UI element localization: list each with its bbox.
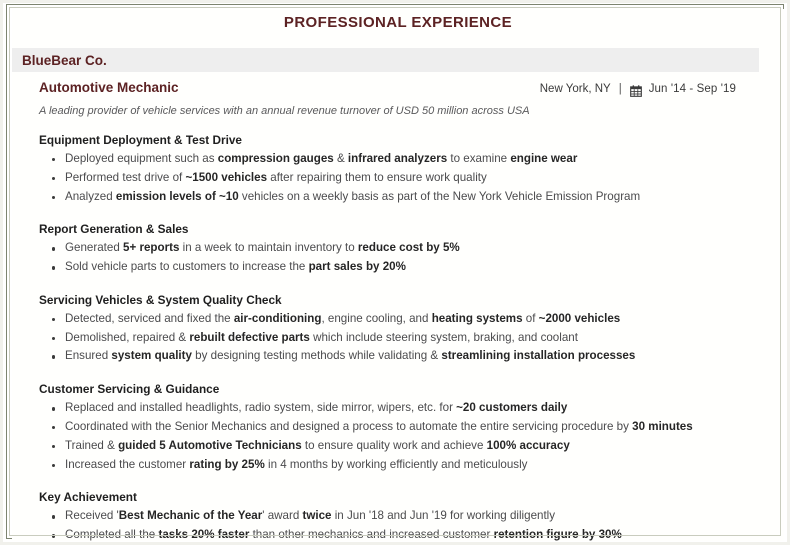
company-name: BlueBear Co. <box>22 52 107 68</box>
bullet-item: Replaced and installed headlights, radio… <box>39 399 784 418</box>
page-border-frame: PROFESSIONAL EXPERIENCE BlueBear Co. Aut… <box>0 0 790 545</box>
bullet-text: in a week to maintain inventory to <box>179 241 358 255</box>
bullet-emphasis: engine wear <box>510 152 578 165</box>
company-header-bar: BlueBear Co. <box>12 48 759 72</box>
bullet-text: by designing testing methods while valid… <box>191 349 442 363</box>
bullet-text: to examine <box>447 152 511 165</box>
role-location: New York, NY <box>539 83 611 95</box>
role-meta: New York, NY | Jun '14 - Sep '19 <box>539 83 736 97</box>
bullet-emphasis: emission levels of ~10 <box>115 189 239 203</box>
bullet-item: Completed all the tasks 20% faster than … <box>39 526 784 541</box>
bullet-emphasis: 5+ reports <box>123 241 180 255</box>
bullet-emphasis: rebuilt defective parts <box>189 330 310 344</box>
bullet-emphasis: streamlining installation processes <box>441 349 636 363</box>
bullet-text: Trained & <box>65 438 119 452</box>
section-heading: Key Achievement <box>39 490 137 505</box>
bullet-text: after repairing them to ensure work qual… <box>267 170 487 184</box>
bullet-text: ' award <box>262 509 303 523</box>
bullet-item: Deployed equipment such as compression g… <box>39 150 784 169</box>
experience-section: Key Achievement Received 'Best Mechanic o… <box>12 490 784 541</box>
bullet-emphasis: air-conditioning <box>233 311 322 325</box>
bullet-text: Analyzed <box>65 189 116 203</box>
bullet-emphasis: heating systems <box>431 311 523 325</box>
bullet-item: Received 'Best Mechanic of the Year' awa… <box>39 507 784 526</box>
bullet-emphasis: retention figure by 30% <box>493 528 622 541</box>
bullet-item: Trained & guided 5 Automotive Technician… <box>39 437 784 456</box>
bullet-emphasis: compression gauges <box>217 152 334 165</box>
bullet-emphasis: rating by 25% <box>189 457 265 471</box>
experience-section: Servicing Vehicles & System Quality Chec… <box>12 293 784 366</box>
bullet-list: Deployed equipment such as compression g… <box>39 150 784 206</box>
bullet-item: Coordinated with the Senior Mechanics an… <box>39 418 784 437</box>
bullet-text: Completed all the <box>65 528 159 541</box>
bullet-text: Detected, serviced and fixed the <box>65 311 234 325</box>
bullet-list: Received 'Best Mechanic of the Year' awa… <box>39 507 784 541</box>
bullet-emphasis: ~2000 vehicles <box>538 311 621 325</box>
bullet-emphasis: part sales by 20% <box>308 260 406 274</box>
section-heading: Equipment Deployment & Test Drive <box>39 133 242 147</box>
section-heading: Servicing Vehicles & System Quality Chec… <box>39 292 282 307</box>
bullet-item: Detected, serviced and fixed the air-con… <box>39 310 784 329</box>
section-heading: Report Generation & Sales <box>39 222 189 237</box>
role-title: Automotive Mechanic <box>39 80 179 95</box>
bullet-item: Performed test drive of ~1500 vehicles a… <box>39 169 784 188</box>
bullet-item: Analyzed emission levels of ~10 vehicles… <box>39 188 784 207</box>
bullet-emphasis: ~1500 vehicles <box>185 170 268 184</box>
bullet-text: Deployed equipment such as <box>65 152 218 165</box>
bullet-text: of <box>522 311 539 325</box>
role-dates: Jun '14 - Sep '19 <box>648 83 736 95</box>
resume-page: PROFESSIONAL EXPERIENCE BlueBear Co. Aut… <box>12 9 784 541</box>
bullet-emphasis: reduce cost by 5% <box>357 241 460 255</box>
bullet-text: Generated <box>65 241 124 255</box>
bullet-text: Sold vehicle parts to customers to incre… <box>65 260 309 274</box>
bullet-list: Replaced and installed headlights, radio… <box>39 399 784 474</box>
bullet-item: Demolished, repaired & rebuilt defective… <box>39 329 784 348</box>
bullet-text: which include steering system, braking, … <box>309 330 578 344</box>
bullet-item: Sold vehicle parts to customers to incre… <box>39 258 784 277</box>
company-description: A leading provider of vehicle services w… <box>39 105 530 117</box>
role-row: Automotive Mechanic New York, NY | Jun '… <box>12 80 784 97</box>
bullet-text: in Jun '18 and Jun '19 for working dilig… <box>331 509 556 523</box>
section-heading: Customer Servicing & Guidance <box>39 382 220 397</box>
bullet-item: Increased the customer rating by 25% in … <box>39 456 784 475</box>
bullet-list: Generated 5+ reports in a week to mainta… <box>39 239 784 277</box>
bullet-emphasis: system quality <box>111 349 192 363</box>
bullet-emphasis: guided 5 Automotive Technicians <box>118 438 302 452</box>
meta-separator: | <box>618 83 622 95</box>
bullet-emphasis: ~20 customers daily <box>456 401 568 415</box>
bullet-text: vehicles on a weekly basis as part of th… <box>238 189 641 203</box>
bullet-text: Performed test drive of <box>65 170 186 184</box>
calendar-icon <box>629 85 642 97</box>
bullet-text: Demolished, repaired & <box>65 330 190 344</box>
bullet-emphasis: tasks 20% faster <box>158 528 250 541</box>
bullet-text: Replaced and installed headlights, radio… <box>65 401 457 415</box>
bullet-text: than other mechanics and increased custo… <box>249 528 494 541</box>
bullet-emphasis: 30 minutes <box>632 420 693 434</box>
bullet-emphasis: 100% accuracy <box>486 438 570 452</box>
bullet-text: in 4 months by working efficiently and m… <box>264 457 528 471</box>
experience-sections: Equipment Deployment & Test Drive Deploye… <box>12 133 784 541</box>
bullet-text: Coordinated with the Senior Mechanics an… <box>65 420 633 434</box>
experience-section: Report Generation & Sales Generated 5+ re… <box>12 222 784 277</box>
bullet-item: Generated 5+ reports in a week to mainta… <box>39 239 784 258</box>
bullet-item: Ensured system quality by designing test… <box>39 347 784 366</box>
bullet-emphasis: infrared analyzers <box>347 152 448 165</box>
page-title: PROFESSIONAL EXPERIENCE <box>283 14 513 31</box>
experience-section: Equipment Deployment & Test Drive Deploye… <box>12 133 784 206</box>
bullet-emphasis: twice <box>302 509 332 523</box>
bullet-list: Detected, serviced and fixed the air-con… <box>39 310 784 366</box>
bullet-text: Received ' <box>65 509 119 523</box>
bullet-text: Ensured <box>65 349 112 363</box>
bullet-emphasis: Best Mechanic of the Year <box>118 509 263 523</box>
bullet-text: & <box>333 152 348 165</box>
bullet-text: , engine cooling, and <box>321 311 432 325</box>
bullet-text: to ensure quality work and achieve <box>301 438 487 452</box>
bullet-text: Increased the customer <box>65 457 190 471</box>
experience-section: Customer Servicing & Guidance Replaced an… <box>12 382 784 474</box>
